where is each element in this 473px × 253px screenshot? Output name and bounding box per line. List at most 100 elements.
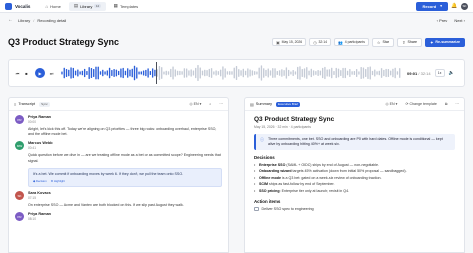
waveform-bar (208, 68, 210, 78)
waveform-bar (265, 69, 267, 77)
breadcrumb-library[interactable]: Library (18, 18, 30, 23)
change-template-button[interactable]: ⟳ Change template (405, 102, 436, 106)
home-icon: ⌂ (45, 3, 49, 9)
share-button[interactable]: ⇪ Share (397, 37, 423, 47)
duration-pill: ◷ 32:14 (309, 38, 332, 46)
template-chip[interactable]: Executive Brief (276, 101, 301, 107)
decision-label: Offline mode (259, 175, 281, 180)
library-icon: ▤ (73, 3, 79, 8)
waveform-bar (170, 68, 172, 78)
summary-meta: May 15, 2026 · 32 min · 4 participants (254, 125, 311, 129)
volume-icon[interactable]: 🔈 (449, 70, 455, 76)
highlighted-utterance[interactable]: It's a bet. We commit if onboarding move… (28, 167, 222, 188)
waveform-bar (145, 69, 147, 77)
waveform-bar (285, 67, 288, 79)
tab-library-label: Library (80, 3, 93, 9)
transcript-utterance[interactable]: MW Marcus Webb 00:41 Quick question befo… (15, 141, 222, 163)
more-icon[interactable]: ⋯ (219, 102, 223, 106)
waveform-bar (174, 69, 176, 77)
waveform-bar (70, 67, 72, 79)
tab-home-label: Home (50, 3, 61, 9)
waveform-bar (131, 68, 133, 78)
waveform-bar (188, 70, 190, 76)
waveform-bar (340, 70, 342, 76)
star-button[interactable]: ☆ Star (371, 37, 395, 47)
tab-library[interactable]: ▤ Library 12 (68, 1, 106, 11)
user-avatar[interactable]: SK (461, 2, 468, 10)
resummarize-button[interactable]: ✦ Re-summarize (425, 37, 465, 47)
language-select[interactable]: ◎ EN ▾ (189, 102, 201, 106)
page-title: Q3 Product Strategy Sync (8, 37, 120, 47)
next-link[interactable]: Next › (454, 18, 465, 23)
waveform-bar (344, 67, 346, 79)
waveform-bar (353, 71, 356, 75)
star-icon: ☆ (376, 39, 381, 45)
sync-chip[interactable]: Sync (39, 101, 50, 107)
waveform-bar (185, 68, 188, 78)
transcript-utterance[interactable]: SK Sara Kovacs 07:15 On enterprise SSO —… (15, 191, 222, 208)
participants-pill[interactable]: 👥 4 participants (334, 38, 369, 46)
waveform-bar (111, 69, 113, 77)
speaker-name: Priya Raman (28, 212, 52, 217)
breadcrumb-current: Recording detail (37, 17, 67, 23)
tab-home[interactable]: ⌂ Home (40, 2, 65, 11)
waveform-bar (253, 71, 256, 75)
waveform-bar (276, 70, 278, 76)
waveform-bar (247, 68, 249, 78)
timestamp[interactable]: 08:10 (28, 217, 222, 221)
highlight-tag[interactable]: ★ Highlight (51, 179, 65, 183)
waveform-scrubber[interactable] (61, 62, 401, 84)
copy-icon[interactable]: ⧉ (445, 102, 448, 106)
waveform-bar (86, 71, 88, 75)
decision-tag[interactable]: ◆ Decision (33, 179, 47, 183)
waveform-bar (113, 69, 115, 77)
waveform-bar (297, 66, 299, 80)
waveform-bar (371, 70, 374, 76)
transcript-utterance[interactable]: PR Priya Raman 00:00 Alright, let's kick… (15, 115, 222, 137)
speaker-name: Sara Kovacs (28, 191, 51, 196)
timestamp[interactable]: 00:41 (28, 146, 222, 150)
speaker-avatar: MW (15, 141, 24, 151)
timestamp[interactable]: 00:00 (28, 120, 222, 124)
language-select[interactable]: ◎ EN ▾ (385, 102, 397, 106)
speed-button[interactable]: 1x (434, 69, 445, 77)
record-button[interactable]: Record ▾ (416, 1, 448, 11)
waveform-bar (127, 68, 129, 78)
action-checkbox[interactable] (254, 206, 259, 211)
waveform-bar (233, 67, 235, 79)
skip-forward-icon[interactable]: ⏭ (48, 70, 55, 77)
audio-player: ⏮ ■ ▶ ⏭ 09:01 / 32:14 1x 🔈 (8, 59, 465, 87)
waveform-bar (394, 67, 396, 79)
playhead[interactable] (156, 62, 157, 84)
decision-label: SSO pricing (259, 188, 280, 193)
summary-icon: ▤ (250, 101, 254, 107)
waveform-bar (238, 69, 240, 77)
more-icon[interactable]: ⋯ (455, 102, 459, 106)
waveform-bar (263, 68, 265, 78)
search-icon[interactable]: ⌕ (209, 102, 211, 106)
waveform-bar (358, 71, 360, 75)
tab-templates[interactable]: ▦ Templates (109, 2, 144, 11)
timestamp[interactable]: 07:15 (28, 196, 222, 200)
play-icon: ▶ (38, 70, 42, 76)
decision-label: Onboarding wizard (259, 169, 292, 173)
waveform-bar (63, 67, 65, 79)
waveform-bar (120, 68, 122, 78)
stop-icon[interactable]: ■ (23, 70, 30, 77)
waveform-bar (267, 68, 269, 78)
play-button[interactable]: ▶ (35, 68, 45, 78)
skip-back-icon[interactable]: ⏮ (14, 70, 21, 77)
waveform-bar (219, 69, 222, 77)
waveform-bar (392, 68, 394, 78)
waveform-bar (383, 69, 385, 77)
back-arrow-icon[interactable]: ← (8, 17, 13, 23)
waveform-bar (299, 66, 301, 80)
transcript-utterance[interactable]: PR Priya Raman 08:10 (15, 212, 222, 222)
waveform-bar (95, 66, 97, 80)
breadcrumb-separator: / (33, 17, 35, 23)
waveform-bar (68, 69, 70, 77)
prev-link[interactable]: ‹ Prev (437, 18, 448, 23)
transcript-icon: ≡ (14, 101, 17, 107)
bell-icon[interactable]: 🔔 (451, 3, 458, 10)
waveform-bar (83, 68, 86, 78)
